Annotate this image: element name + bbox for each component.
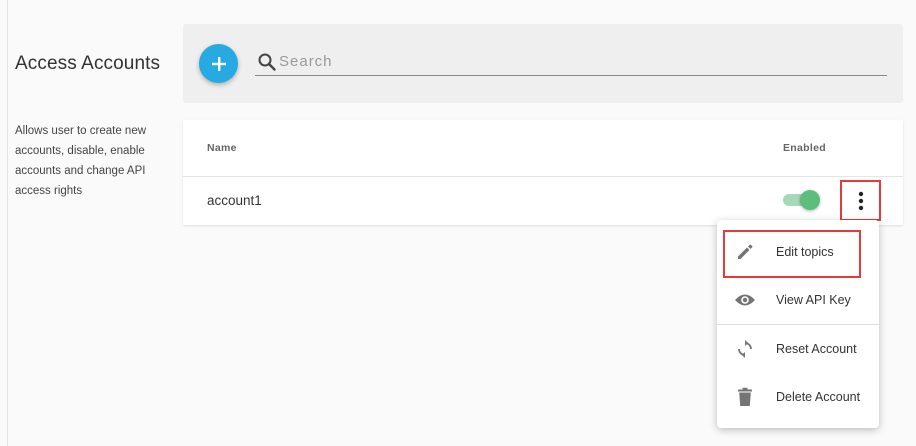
menu-item-reset-account[interactable]: Reset Account <box>717 325 879 373</box>
refresh-icon <box>734 338 756 360</box>
page-description: Allows user to create new accounts, disa… <box>15 125 147 197</box>
search-input[interactable] <box>279 53 859 70</box>
column-header-name: Name <box>207 142 237 154</box>
search-icon <box>258 53 276 71</box>
plus-icon <box>211 56 226 71</box>
column-header-enabled: Enabled <box>783 142 826 154</box>
eye-icon <box>734 289 756 311</box>
header-divider <box>183 176 903 177</box>
menu-item-label: Reset Account <box>776 342 857 356</box>
menu-item-label: Delete Account <box>776 390 861 404</box>
account-name: account1 <box>207 193 262 208</box>
add-account-button[interactable] <box>199 44 238 83</box>
enabled-toggle[interactable] <box>783 190 820 210</box>
menu-item-label: Edit topics <box>776 245 834 259</box>
menu-item-edit-topics[interactable]: Edit topics <box>717 228 879 276</box>
menu-item-view-api-key[interactable]: View API Key <box>717 276 879 324</box>
more-vertical-icon <box>858 191 863 210</box>
row-actions-menu: Edit topics View API Key Reset Account D… <box>717 220 879 428</box>
search-bar <box>255 48 887 76</box>
menu-item-label: View API Key <box>776 293 851 307</box>
accounts-table: Name Enabled account1 <box>183 120 903 225</box>
page-title: Access Accounts <box>15 53 161 74</box>
menu-item-delete-account[interactable]: Delete Account <box>717 373 879 421</box>
toggle-thumb <box>800 190 820 210</box>
toolbar <box>183 24 903 103</box>
left-divider <box>7 0 8 446</box>
pencil-icon <box>734 241 756 263</box>
trash-icon <box>734 386 756 408</box>
row-actions-button[interactable] <box>840 180 881 221</box>
